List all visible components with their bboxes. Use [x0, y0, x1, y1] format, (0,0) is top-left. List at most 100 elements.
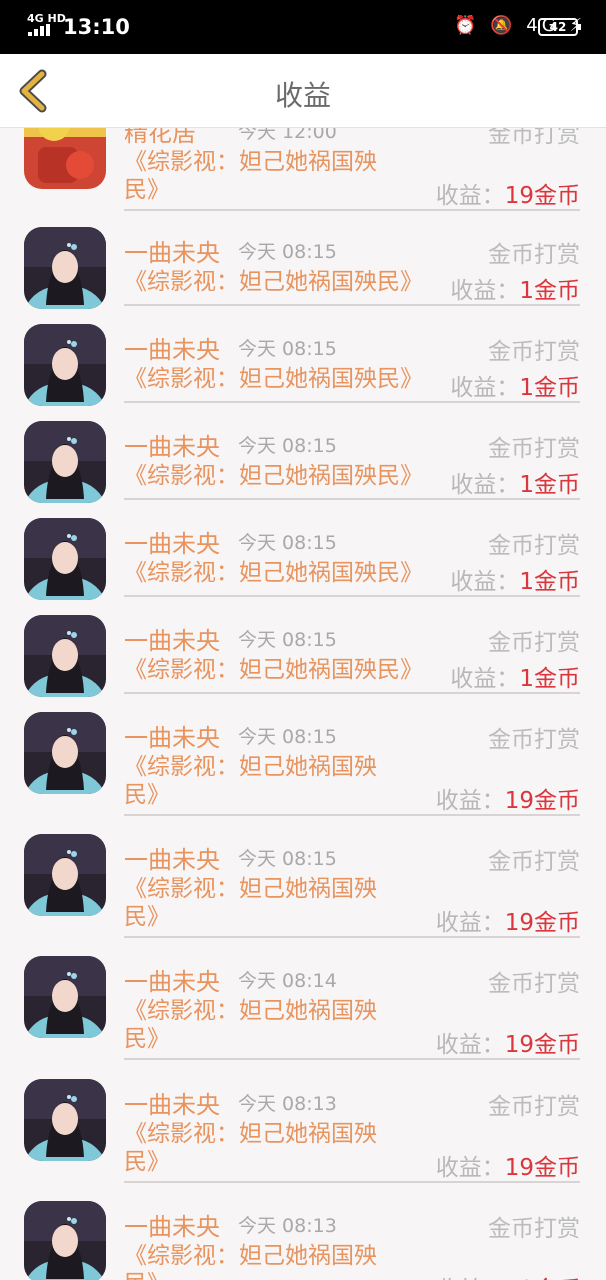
book-title[interactable]: 《综影视：妲己她祸国殃民》 — [124, 656, 423, 684]
book-title[interactable]: 《综影视：妲己她祸国殃民》 — [124, 268, 423, 296]
earnings: 收益：1金币 — [450, 562, 580, 596]
list-item[interactable]: 一曲未央 今天 08:15 金币打赏 《综影视：妲己她祸国殃民》 收益：1金币 — [0, 222, 606, 317]
earnings-list[interactable]: 精花居 今天 12:00 金币打赏 《综影视：妲己她祸国殃 民》 收益：19金币 一曲未央今… — [0, 0, 606, 1280]
earnings: 收益：1金币 — [450, 368, 580, 402]
book-title-line2: 民》 — [124, 1270, 377, 1280]
book-title-line1: 《综影视：妲己她祸国殃民》 — [124, 366, 423, 392]
earnings-amount: 19金币 — [504, 1155, 580, 1181]
row-divider — [124, 304, 580, 306]
earnings-label: 收益： — [435, 788, 505, 814]
book-title-line2: 民》 — [124, 1026, 170, 1052]
book-title-line2: 民》 — [124, 782, 170, 808]
avatar[interactable] — [24, 518, 106, 600]
avatar[interactable] — [24, 1201, 106, 1280]
user-name[interactable]: 一曲未央 — [124, 621, 220, 656]
user-name[interactable]: 一曲未央 — [124, 427, 220, 462]
earnings-label: 收益： — [450, 666, 520, 692]
user-name[interactable]: 一曲未央 — [124, 1207, 220, 1242]
earnings: 收益：19金币 — [436, 1025, 580, 1059]
list-item[interactable]: 一曲未央今天 08:13 金币打赏《综影视：妲己她祸国殃民》收益：19金币 — [0, 1196, 606, 1280]
earnings: 收益：19金币 — [436, 1148, 580, 1182]
list-item[interactable]: 一曲未央 今天 08:14 金币打赏 《综影视：妲己她祸国殃 民》 收益：19金币 — [0, 951, 606, 1071]
book-title-line1: 《综影视：妲己她祸国殃 — [124, 998, 377, 1024]
timestamp: 今天 08:13 — [238, 1215, 337, 1237]
avatar[interactable] — [24, 834, 106, 916]
user-name[interactable]: 一曲未央 — [124, 330, 220, 365]
timestamp: 今天 08:15 — [238, 726, 337, 748]
signal-icon — [28, 24, 52, 36]
earnings-amount: 19金币 — [504, 910, 580, 936]
clock: 13:10 — [63, 15, 130, 39]
timestamp: 今天 08:15 — [238, 532, 337, 554]
list-item[interactable]: 一曲未央 今天 08:15 金币打赏《综影视：妲己她祸国殃民》 收益：1金币 — [0, 416, 606, 511]
row-divider — [124, 692, 580, 694]
earnings-amount: 1金币 — [519, 569, 580, 595]
book-title[interactable]: 《综影视：妲己她祸国殃民》 — [124, 1120, 377, 1176]
avatar[interactable] — [24, 712, 106, 794]
earnings: 收益：19金币 — [436, 903, 580, 937]
timestamp: 今天 08:15 — [238, 629, 337, 651]
earnings-label: 收益： — [450, 569, 520, 595]
earnings-label: 收益： — [450, 375, 520, 401]
list-item[interactable]: 一曲未央 今天 08:15 金币打赏《综影视：妲己她祸国殃民》 收益：1金币 — [0, 319, 606, 414]
list-item[interactable]: 一曲未央 今天 08:15 金币打赏 《综影视：妲己她祸国殃 民》 收益：19金币 — [0, 829, 606, 949]
book-title[interactable]: 《综影视：妲己她祸国殃民》 — [124, 875, 377, 931]
user-name[interactable]: 一曲未央 — [124, 962, 220, 997]
user-name[interactable]: 一曲未央 — [124, 524, 220, 559]
reward-type: 金币打赏 — [488, 1216, 580, 1242]
book-title[interactable]: 《综影视：妲己她祸国殃民》 — [124, 365, 423, 393]
user-name[interactable]: 一曲未央 — [124, 233, 220, 268]
list-item[interactable]: 一曲未央 今天 08:15 金币打赏《综影视：妲己她祸国殃民》 收益：1金币 — [0, 610, 606, 705]
book-title-line1: 《综影视：妲己她祸国殃民》 — [124, 657, 423, 683]
reward-type: 金币打赏 — [488, 339, 580, 365]
earnings: 收益：1金币 — [450, 465, 580, 499]
earnings-amount: 19金币 — [504, 183, 580, 209]
book-title-line1: 《综影视：妲己她祸国殃民》 — [124, 560, 423, 586]
book-title[interactable]: 《综影视：妲己她祸国殃民》 — [124, 1242, 377, 1280]
earnings-amount: 19金币 — [504, 1032, 580, 1058]
book-title[interactable]: 《综影视：妲己她祸国殃民》 — [124, 462, 423, 490]
list-item[interactable]: 一曲未央今天 08:13金币打赏《综影视：妲己她祸国殃民》收益：19金币 — [0, 1074, 606, 1194]
timestamp: 今天 08:15 — [238, 435, 337, 457]
avatar[interactable] — [24, 615, 106, 697]
earnings: 收益：19金币 — [436, 1270, 580, 1280]
reward-type: 金币打赏 — [488, 971, 580, 997]
reward-type: 金币打赏 — [488, 849, 580, 875]
list-item[interactable]: 一曲未央 今天 08:15 金币打赏《综影视：妲己她祸国殃民》 收益：1金币 — [0, 513, 606, 608]
reward-type: 金币打赏 — [488, 533, 580, 559]
avatar[interactable] — [24, 421, 106, 503]
user-name[interactable]: 一曲未央 — [124, 1085, 220, 1120]
reward-type: 金币打赏 — [488, 436, 580, 462]
row-divider — [124, 814, 580, 816]
book-title-line1: 《综影视：妲己她祸国殃 — [124, 149, 377, 175]
app-header: 收益 — [0, 54, 606, 128]
user-name[interactable]: 一曲未央 — [124, 840, 220, 875]
book-title[interactable]: 《综影视：妲己她祸国殃民》 — [124, 559, 423, 587]
status-bar: 4G HD 13:10 ⏰ 🔕 4G ⚡ 42 — [0, 0, 606, 54]
list-item[interactable]: 一曲未央 今天 08:15 金币打赏 《综影视：妲己她祸国殃 民》 收益：19金币 — [0, 707, 606, 827]
avatar[interactable] — [24, 956, 106, 1038]
timestamp: 今天 08:15 — [238, 338, 337, 360]
earnings-amount: 19金币 — [504, 788, 580, 814]
avatar[interactable] — [24, 324, 106, 406]
book-title-line1: 《综影视：妲己她祸国殃 — [124, 1121, 377, 1147]
avatar[interactable] — [24, 1079, 106, 1161]
earnings-label: 收益： — [435, 910, 505, 936]
avatar[interactable] — [24, 227, 106, 309]
earnings-label: 收益： — [450, 278, 520, 304]
book-title[interactable]: 《综影视：妲己她祸国殃民》 — [124, 148, 377, 204]
earnings-amount: 1金币 — [519, 472, 580, 498]
earnings-label: 收益： — [435, 1155, 505, 1181]
row-divider — [124, 1058, 580, 1060]
book-title[interactable]: 《综影视：妲己她祸国殃民》 — [124, 997, 377, 1053]
book-title[interactable]: 《综影视：妲己她祸国殃民》 — [124, 753, 377, 809]
timestamp: 今天 08:15 — [238, 241, 337, 263]
earnings: 收益：1金币 — [450, 659, 580, 693]
user-name[interactable]: 一曲未央 — [124, 718, 220, 753]
timestamp: 今天 08:14 — [238, 970, 337, 992]
reward-type: 金币打赏 — [488, 630, 580, 656]
earnings-label: 收益： — [435, 1032, 505, 1058]
row-divider — [124, 936, 580, 938]
page-title: 收益 — [274, 79, 331, 112]
row-divider — [124, 498, 580, 500]
